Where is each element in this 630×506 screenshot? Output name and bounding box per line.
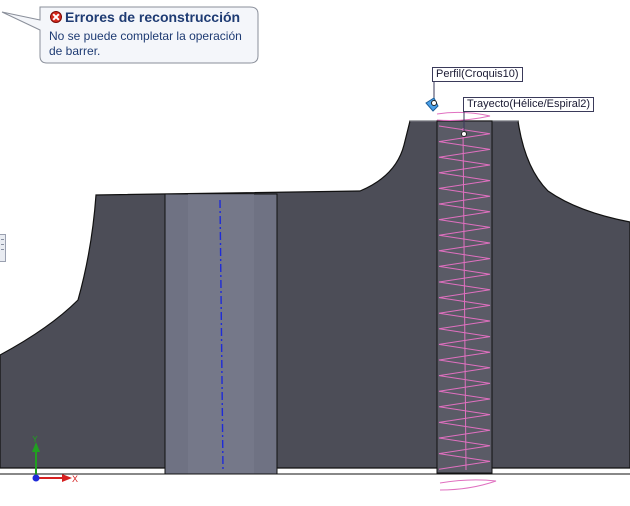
error-tooltip[interactable]: Errores de reconstrucción No se puede co… [40,6,258,63]
model-scene[interactable] [0,0,630,506]
path-point[interactable] [461,131,467,137]
graphics-viewport[interactable]: Errores de reconstrucción No se puede co… [0,0,630,506]
error-tooltip-title: Errores de reconstrucción [65,9,241,25]
path-callout[interactable]: Trayecto(Hélice/Espiral2) [463,97,595,112]
error-tooltip-message: No se puede completar la operación de ba… [49,29,242,58]
panel-collapse-handle[interactable] [0,234,6,262]
profile-point[interactable] [431,100,437,106]
error-icon [50,11,62,23]
y-axis-label: Y [32,436,38,444]
reference-triad: Y X [32,436,78,484]
x-axis-head [62,474,72,482]
x-axis-label: X [72,474,78,484]
profile-callout[interactable]: Perfil(Croquis10) [432,67,523,82]
z-axis-dot [32,474,40,482]
